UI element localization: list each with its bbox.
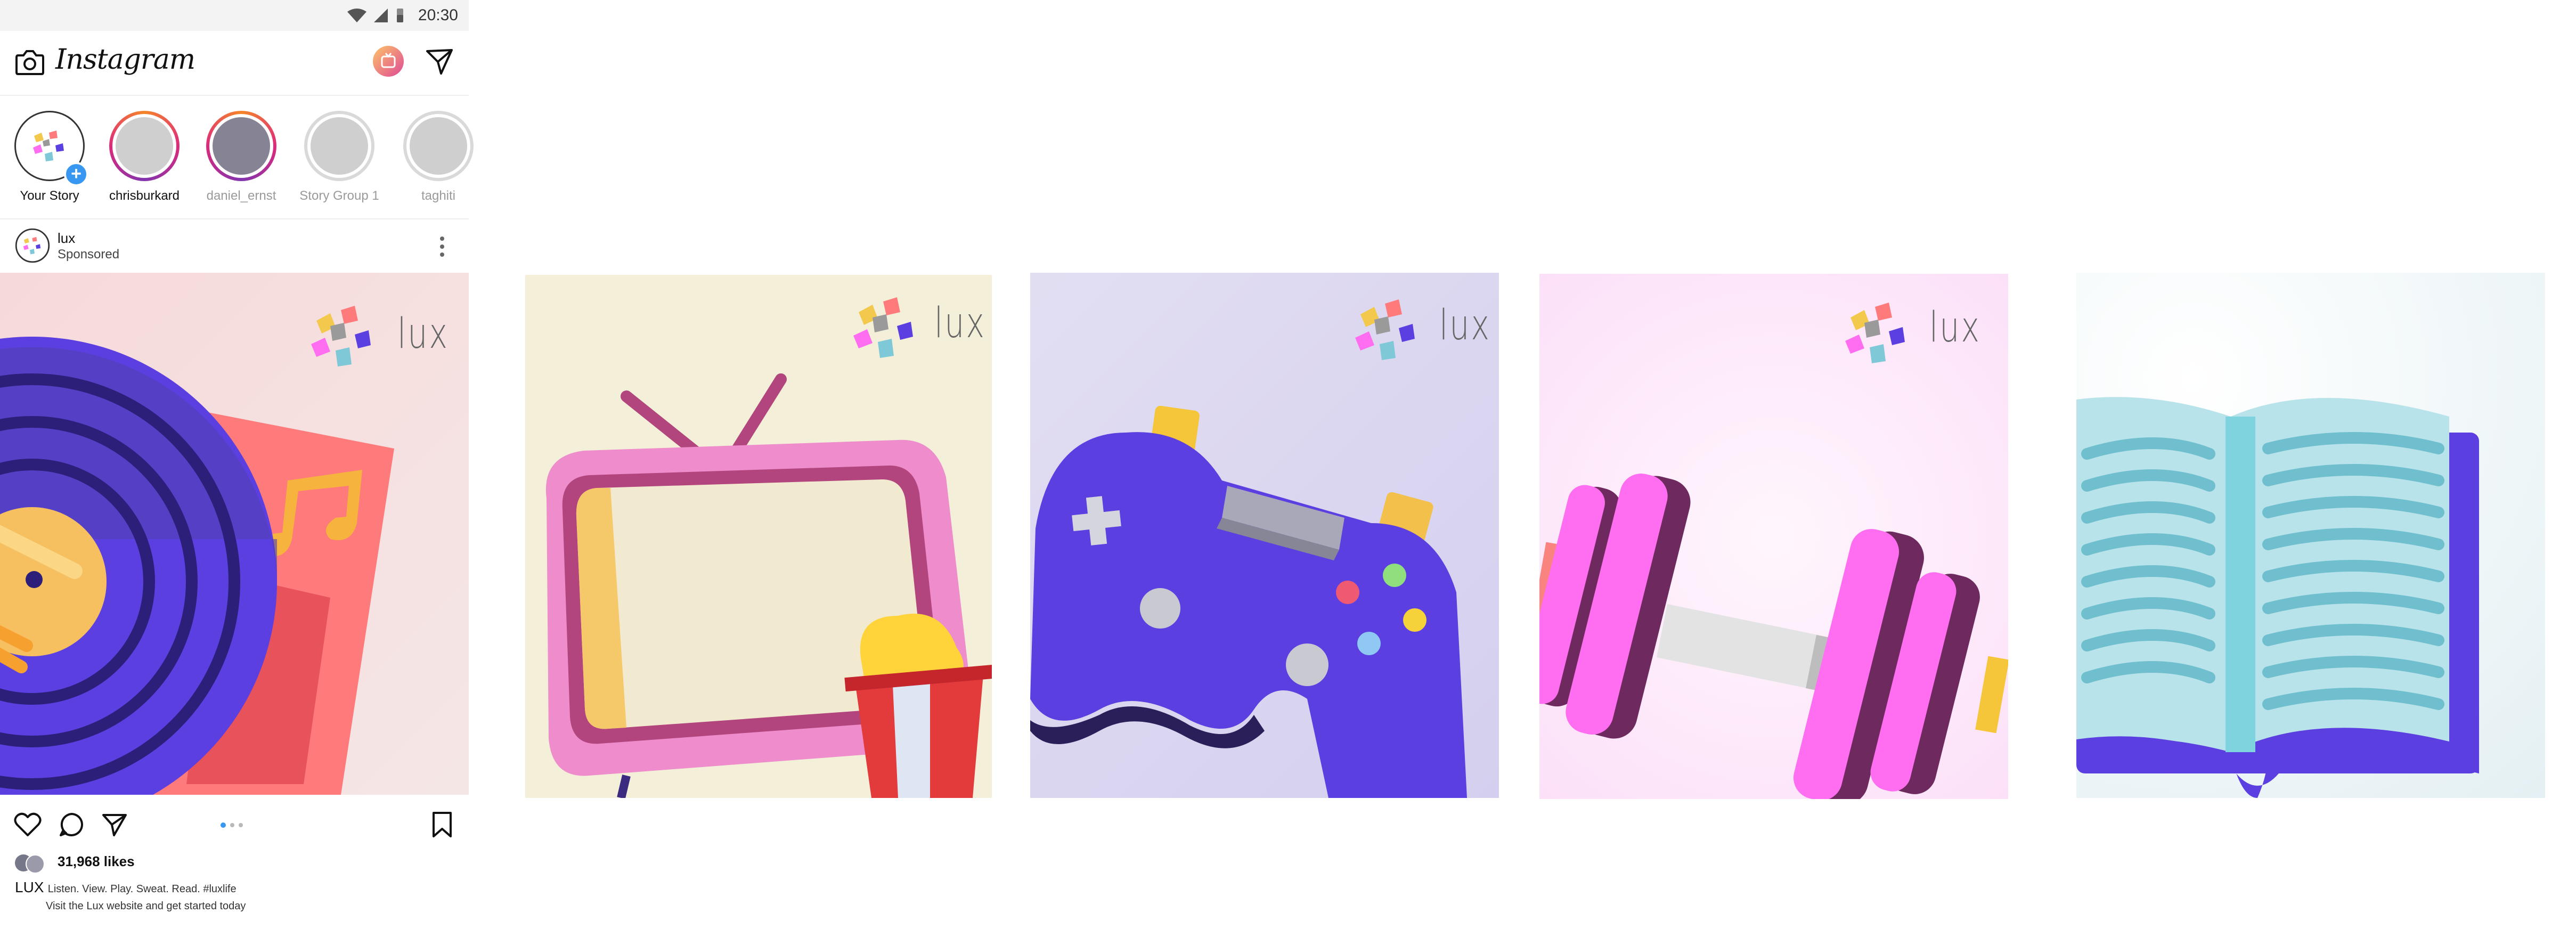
post-action-bar <box>0 804 469 852</box>
carousel-slide-listen[interactable]: lux <box>0 273 469 795</box>
avatar <box>116 117 173 175</box>
lux-logo-icon <box>1355 299 1415 360</box>
carousel-slide-view[interactable]: lux <box>525 275 992 798</box>
story-label: chrisburkard <box>109 189 180 203</box>
story-label: daniel_ernst <box>206 189 276 203</box>
story-daniel-ernst[interactable]: daniel_ernst <box>201 111 281 203</box>
caption-second-line: Visit the Lux website and get started to… <box>46 900 246 912</box>
story-label: Your Story <box>20 189 79 203</box>
status-bar: 20:30 <box>0 0 469 31</box>
avatar <box>213 117 270 175</box>
caption-username[interactable]: LUX <box>15 879 44 895</box>
avatar <box>311 117 368 175</box>
lux-logo-icon <box>311 306 371 366</box>
story-taghiti[interactable]: taghiti <box>398 111 478 203</box>
more-options-icon[interactable] <box>437 233 447 260</box>
avatar <box>26 854 45 874</box>
story-your-story[interactable]: + Your Story <box>10 111 89 203</box>
open-book-illustration <box>2076 397 2479 798</box>
post-avatar[interactable] <box>15 228 50 263</box>
camera-icon[interactable] <box>15 49 45 76</box>
likes-count[interactable]: 31,968 likes <box>58 853 135 870</box>
top-bar: Instagram <box>0 31 469 96</box>
caption-text: Listen. View. Play. Sweat. Read. #luxlif… <box>47 883 237 895</box>
bookmark-icon[interactable] <box>431 811 453 838</box>
story-ring <box>206 111 276 181</box>
direct-message-icon[interactable] <box>425 47 454 76</box>
carousel-dot <box>239 823 243 827</box>
igtv-button[interactable] <box>373 46 404 77</box>
story-ring <box>304 111 374 181</box>
app-wordmark: Instagram <box>55 44 195 76</box>
brand-wordmark: lux <box>397 310 449 358</box>
story-ring <box>109 111 180 181</box>
carousel-slide-sweat[interactable]: lux <box>1539 274 2008 799</box>
post-header: lux Sponsored <box>0 218 469 273</box>
clock: 20:30 <box>418 6 458 24</box>
carousel-dot <box>230 823 234 827</box>
heart-icon[interactable] <box>14 812 42 837</box>
carousel-pagination <box>221 822 252 828</box>
liked-by-avatars <box>15 854 52 874</box>
wifi-icon <box>347 9 366 22</box>
story-label: Story Group 1 <box>299 189 379 203</box>
lux-logo-icon <box>853 297 913 358</box>
cell-signal-icon <box>374 9 388 22</box>
add-story-icon[interactable]: + <box>64 162 88 186</box>
carousel-slide-read[interactable] <box>2076 273 2545 798</box>
avatar <box>410 117 467 175</box>
share-icon[interactable] <box>101 812 128 837</box>
dumbbell-illustration <box>1539 474 2008 799</box>
post-username[interactable]: lux <box>58 230 75 247</box>
story-label: taghiti <box>421 189 456 203</box>
battery-icon <box>397 9 403 22</box>
carousel-dot-active <box>221 822 226 828</box>
caption: LUX Listen. View. Play. Sweat. Read. #lu… <box>15 879 237 896</box>
brand-wordmark: lux <box>934 299 986 347</box>
story-chrisburkard[interactable]: chrisburkard <box>104 111 184 203</box>
lux-logo-icon <box>1845 303 1905 363</box>
tv-icon <box>381 53 396 68</box>
carousel-slide-play[interactable]: lux <box>1030 273 1499 798</box>
stories-tray: + Your Story chrisburkard daniel_ernst S… <box>0 104 474 211</box>
brand-wordmark: lux <box>1439 301 1491 349</box>
game-controller-illustration <box>1030 405 1467 798</box>
post-sponsored-label: Sponsored <box>58 247 120 262</box>
brand-wordmark: lux <box>1929 304 1981 352</box>
story-ring <box>403 111 474 181</box>
story-group-1[interactable]: Story Group 1 <box>299 111 379 203</box>
comment-icon[interactable] <box>59 812 84 837</box>
